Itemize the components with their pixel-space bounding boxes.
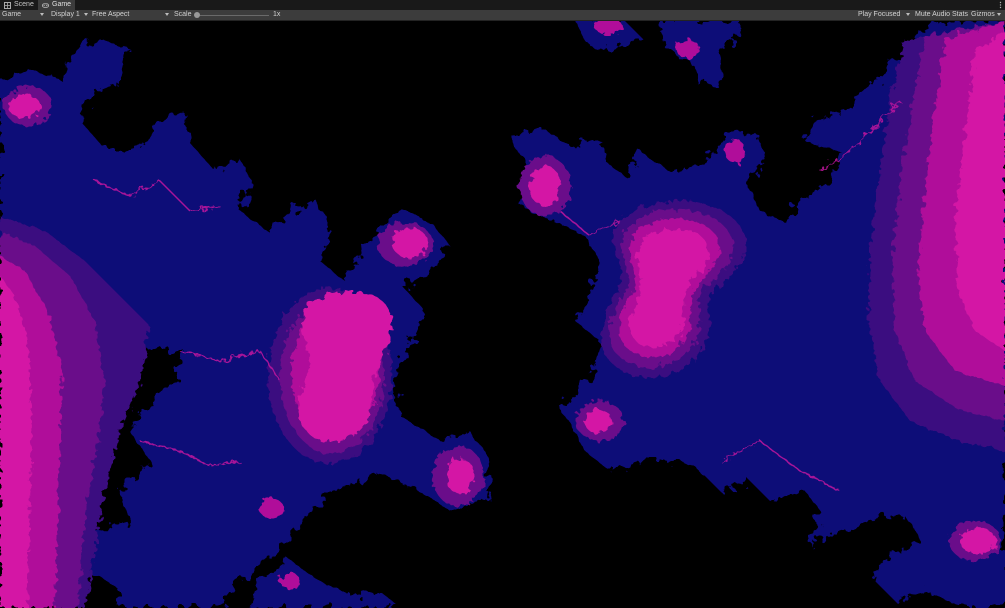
chevron-down-icon (906, 13, 910, 16)
aspect-value: Free Aspect (92, 11, 130, 18)
scale-slider-handle[interactable] (194, 12, 200, 18)
editor-tab-bar: Scene Game (0, 0, 1005, 10)
tab-game-label: Game (52, 1, 72, 8)
gizmos-dropdown[interactable]: Gizmos (971, 10, 1003, 20)
gizmos-label: Gizmos (971, 11, 995, 18)
tab-game[interactable]: Game (38, 0, 76, 10)
play-mode-value: Play Focused (858, 11, 901, 18)
game-view-toolbar: Game Display 1 Free Aspect Scale 1x Play… (0, 10, 1005, 21)
julia-fractal-render (0, 21, 1005, 608)
tab-scene-label: Scene (14, 1, 34, 8)
chevron-down-icon (165, 13, 169, 16)
scale-value: 1x (273, 11, 281, 18)
game-controller-icon (42, 2, 49, 9)
display-dropdown[interactable]: Display 1 (51, 10, 89, 20)
game-view-render[interactable] (0, 21, 1005, 608)
chevron-down-icon (40, 13, 44, 16)
more-options-icon[interactable] (998, 0, 1003, 10)
scale-label: Scale (174, 11, 192, 18)
view-type-dropdown[interactable]: Game (2, 10, 46, 20)
aspect-dropdown[interactable]: Free Aspect (92, 10, 172, 20)
tab-scene[interactable]: Scene (0, 0, 38, 10)
scene-icon (4, 1, 11, 9)
chevron-down-icon (997, 13, 1001, 16)
view-type-value: Game (2, 11, 22, 18)
display-value: Display 1 (51, 11, 80, 18)
stats-toggle[interactable]: Stats (952, 10, 968, 20)
mute-audio-toggle[interactable]: Mute Audio (915, 10, 950, 20)
scale-slider-track[interactable] (197, 15, 269, 16)
chevron-down-icon (84, 13, 88, 16)
play-mode-dropdown[interactable]: Play Focused (858, 10, 912, 20)
